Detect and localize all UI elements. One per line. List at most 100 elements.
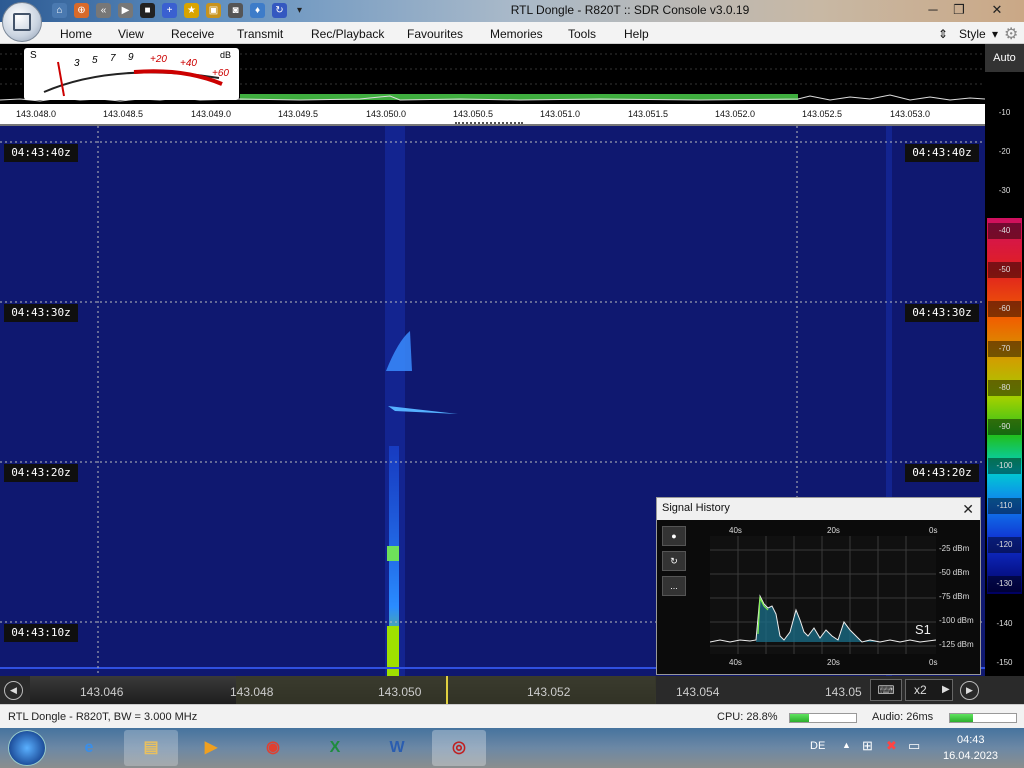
s-indicator: S1 <box>915 622 931 637</box>
tuning-bar[interactable]: ◀ 143.046 143.048 143.050 143.052 143.05… <box>0 676 1024 704</box>
lock-icon[interactable]: ▣ <box>206 3 221 18</box>
zoom-value: x2 <box>914 683 927 697</box>
lifebuoy-icon[interactable]: ⊕ <box>74 3 89 18</box>
db-label: -120 <box>988 537 1021 553</box>
rewind-icon[interactable]: « <box>96 3 111 18</box>
freq-label: 143.049.0 <box>191 109 232 119</box>
freq-label: 143.050.0 <box>366 109 407 119</box>
db-label: -40 <box>988 223 1021 239</box>
audio-progress-fill <box>950 714 974 722</box>
db-label: -60 <box>988 301 1021 317</box>
db-scale[interactable]: Auto -10 -20 -30 -40 -50 -60 -70 -80 -90… <box>985 44 1024 676</box>
bandwidth-marker[interactable] <box>455 122 523 125</box>
cpu-progress-fill <box>790 714 809 722</box>
cpu-progress <box>789 713 857 723</box>
signal-history-window[interactable]: Signal History ✕ ● ↻ ... 40s 20s 0s -25 … <box>656 497 981 675</box>
db-tick: +40 <box>180 58 197 69</box>
menu-tools[interactable]: Tools <box>568 27 596 41</box>
auto-button[interactable]: Auto <box>985 44 1024 72</box>
freq-label: 143.049.5 <box>278 109 319 119</box>
db-tick: +20 <box>150 54 167 65</box>
menu-rec-playback[interactable]: Rec/Playback <box>311 27 384 41</box>
refresh-icon[interactable]: ↻ <box>272 3 287 18</box>
signal-history-graph <box>710 536 936 654</box>
db-label: -80 <box>988 380 1021 396</box>
reset-button[interactable]: ↻ <box>662 551 686 571</box>
menu-transmit[interactable]: Transmit <box>237 27 283 41</box>
clock-date[interactable]: 16.04.2023 <box>943 750 998 762</box>
maximize-icon[interactable]: ❐ <box>946 1 972 19</box>
power-icon[interactable]: ▭ <box>908 738 920 754</box>
time-label: 20s <box>827 658 840 667</box>
timestamp-left: 04:43:10z <box>4 624 78 642</box>
dbm-label: -50 dBm <box>939 568 970 577</box>
s-meter-needle <box>57 61 65 97</box>
style-menu[interactable]: Style <box>959 27 986 41</box>
zoom-selector[interactable]: x2 ▶ <box>905 679 953 701</box>
taskbar: e ▤ ▶ ◉ X W ◎ DE ▲ ⊞ ✖ ▭ 04:43 16.04.202… <box>0 728 1024 768</box>
timestamp-left: 04:43:30z <box>4 304 78 322</box>
s-tick: 7 <box>110 53 116 64</box>
tuning-label: 143.050 <box>378 685 422 699</box>
menu-receive[interactable]: Receive <box>171 27 214 41</box>
drop-icon[interactable]: ♦ <box>250 3 265 18</box>
window-title: RTL Dongle - R820T :: SDR Console v3.0.1… <box>510 3 750 17</box>
menu-favourites[interactable]: Favourites <box>407 27 463 41</box>
zoom-arrow-icon: ▶ <box>942 684 950 695</box>
dbm-label: -125 dBm <box>939 640 974 649</box>
clock-time[interactable]: 04:43 <box>957 734 985 746</box>
freq-label: 143.052.5 <box>802 109 843 119</box>
minimize-icon[interactable]: ─ <box>920 1 946 19</box>
internet-explorer-icon[interactable]: e <box>62 730 116 766</box>
start-button[interactable] <box>8 730 46 766</box>
sdr-console-taskbar-icon[interactable]: ◎ <box>432 730 486 766</box>
language-indicator[interactable]: DE <box>810 740 825 752</box>
menu-view[interactable]: View <box>118 27 144 41</box>
db-label: -10 <box>998 108 1011 117</box>
dbm-label: -75 dBm <box>939 592 970 601</box>
stop-icon[interactable]: ■ <box>140 3 155 18</box>
star-icon[interactable]: ★ <box>184 3 199 18</box>
add-icon[interactable]: + <box>162 3 177 18</box>
s-meter: S dB 3 5 7 9 +20 +40 +60 <box>24 48 239 100</box>
audio-status: Audio: 26ms <box>872 711 934 723</box>
home-icon[interactable]: ⌂ <box>52 3 67 18</box>
frequency-scale[interactable]: 143.048.0 143.048.5 143.049.0 143.049.5 … <box>0 104 985 126</box>
media-player-icon[interactable]: ▶ <box>184 730 238 766</box>
record-button[interactable]: ● <box>662 526 686 546</box>
dbm-label: -25 dBm <box>939 544 970 553</box>
db-label: -150 <box>996 658 1013 667</box>
file-explorer-icon[interactable]: ▤ <box>124 730 178 766</box>
play-icon[interactable]: ▶ <box>118 3 133 18</box>
freq-label: 143.048.5 <box>103 109 144 119</box>
time-label: 0s <box>929 658 938 667</box>
keyboard-icon[interactable]: ⌨ <box>870 679 902 701</box>
menu-help[interactable]: Help <box>624 27 649 41</box>
settings-gear-icon[interactable]: ⚙ <box>1004 24 1018 44</box>
chrome-icon[interactable]: ◉ <box>246 730 300 766</box>
chevron-down-icon[interactable]: ▾ <box>292 3 307 18</box>
app-menu-button[interactable] <box>2 2 42 42</box>
scroll-right-icon[interactable]: ▶ <box>960 681 979 700</box>
time-label: 40s <box>729 526 742 535</box>
network-icon[interactable]: ⊞ <box>862 738 873 754</box>
close-icon[interactable]: ✕ <box>984 1 1010 19</box>
more-button[interactable]: ... <box>662 576 686 596</box>
scroll-left-icon[interactable]: ◀ <box>4 681 23 700</box>
excel-icon[interactable]: X <box>308 730 362 766</box>
close-icon[interactable]: ✕ <box>962 501 974 518</box>
freq-label: 143.052.0 <box>715 109 756 119</box>
s-tick: 5 <box>92 55 98 66</box>
camera-icon[interactable]: ◙ <box>228 3 243 18</box>
style-sort-icon[interactable]: ⇕ <box>938 27 948 41</box>
style-dropdown-icon[interactable]: ▾ <box>992 27 998 41</box>
tray-expand-icon[interactable]: ▲ <box>842 740 851 750</box>
s-meter-db-label: dB <box>220 50 232 60</box>
menu-memories[interactable]: Memories <box>490 27 543 41</box>
freq-label: 143.048.0 <box>16 109 57 119</box>
menu-home[interactable]: Home <box>60 27 92 41</box>
volume-muted-icon[interactable]: ✖ <box>886 738 897 754</box>
tuning-label: 143.046 <box>80 685 124 699</box>
word-icon[interactable]: W <box>370 730 424 766</box>
dbm-label: -100 dBm <box>939 616 974 625</box>
